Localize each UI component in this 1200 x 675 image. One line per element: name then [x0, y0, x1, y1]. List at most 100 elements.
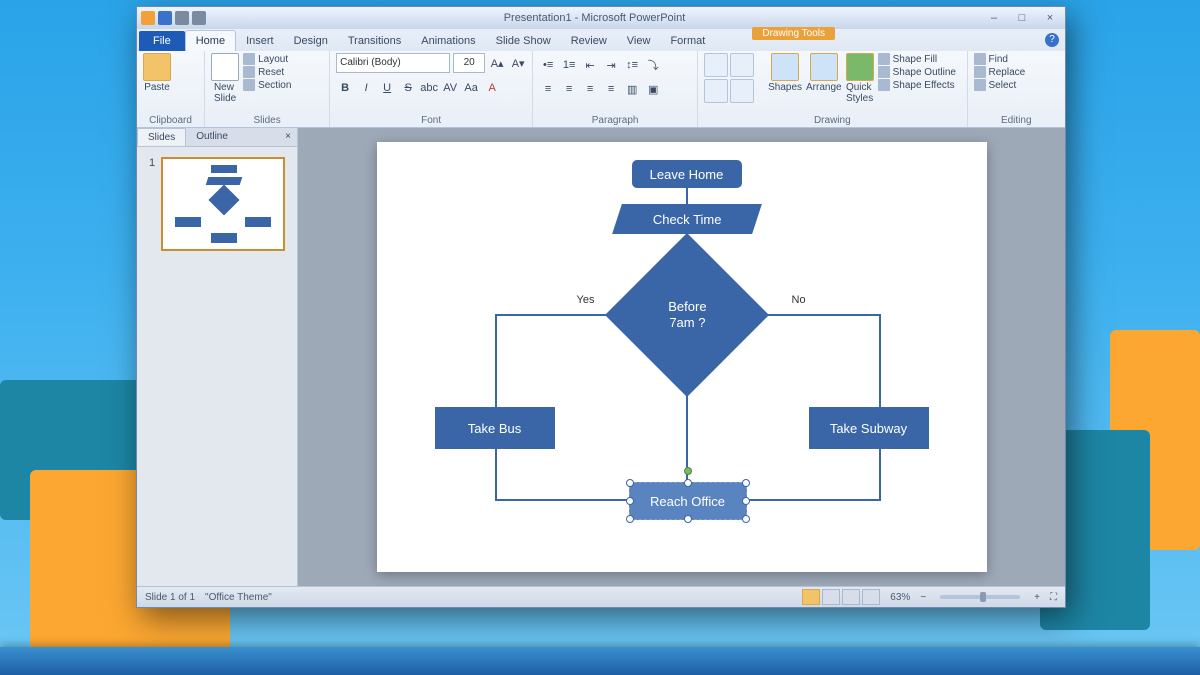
line-spacing-icon[interactable]: ↕≡ [623, 56, 641, 74]
layout-button[interactable]: Layout [243, 53, 291, 65]
align-right-icon[interactable]: ≡ [581, 80, 599, 98]
reset-button[interactable]: Reset [243, 66, 291, 78]
char-spacing-button[interactable]: AV [441, 79, 459, 97]
slides-tab[interactable]: Slides [137, 128, 186, 146]
arrange-button[interactable]: Arrange [806, 53, 842, 93]
shape-gallery-item[interactable] [730, 53, 754, 77]
section-button[interactable]: Section [243, 79, 291, 91]
find-button[interactable]: Find [974, 53, 1026, 65]
redo-icon[interactable] [192, 11, 206, 25]
selection-handle[interactable] [626, 515, 634, 523]
flowchart-data[interactable]: Check Time [612, 204, 762, 234]
slide-sorter-view-button[interactable] [822, 589, 840, 605]
tab-format[interactable]: Format [660, 31, 715, 51]
font-color-button[interactable]: A [483, 79, 501, 97]
tab-file[interactable]: File [139, 31, 185, 51]
smartart-icon[interactable]: ▣ [644, 80, 662, 98]
connector[interactable] [879, 449, 881, 499]
shape-outline-button[interactable]: Shape Outline [878, 66, 956, 78]
rotation-handle[interactable] [684, 467, 692, 475]
bold-button[interactable]: B [336, 79, 354, 97]
align-center-icon[interactable]: ≡ [560, 80, 578, 98]
connector[interactable] [495, 314, 497, 407]
tab-view[interactable]: View [617, 31, 661, 51]
connector[interactable] [495, 449, 497, 499]
windows-taskbar[interactable] [0, 647, 1200, 675]
app-icon[interactable] [141, 11, 155, 25]
minimize-button[interactable]: – [983, 11, 1005, 25]
increase-indent-icon[interactable]: ⇥ [602, 56, 620, 74]
selection-handle[interactable] [742, 497, 750, 505]
tab-home[interactable]: Home [185, 30, 236, 51]
selection-handle[interactable] [684, 515, 692, 523]
change-case-button[interactable]: Aa [462, 79, 480, 97]
title-bar[interactable]: Presentation1 - Microsoft PowerPoint – □… [137, 7, 1065, 29]
shadow-button[interactable]: abc [420, 79, 438, 97]
replace-button[interactable]: Replace [974, 66, 1026, 78]
selection-handle[interactable] [684, 479, 692, 487]
connector[interactable] [879, 314, 881, 407]
zoom-in-button[interactable]: + [1034, 592, 1040, 603]
maximize-button[interactable]: □ [1011, 11, 1033, 25]
tab-review[interactable]: Review [561, 31, 617, 51]
flowchart-process-subway[interactable]: Take Subway [809, 407, 929, 449]
tab-design[interactable]: Design [284, 31, 338, 51]
flowchart-terminator-start[interactable]: Leave Home [632, 160, 742, 188]
slide-thumbnail[interactable]: 1 [149, 157, 285, 251]
normal-view-button[interactable] [802, 589, 820, 605]
increase-font-icon[interactable]: A▴ [488, 54, 506, 72]
connector[interactable] [686, 188, 688, 204]
selection-handle[interactable] [626, 479, 634, 487]
strike-button[interactable]: S [399, 79, 417, 97]
selection-handle[interactable] [626, 497, 634, 505]
flowchart-terminator-end-selected[interactable]: Reach Office [629, 482, 747, 520]
flowchart-process-bus[interactable]: Take Bus [435, 407, 555, 449]
font-family-select[interactable]: Calibri (Body) [336, 53, 450, 73]
shape-gallery-item[interactable] [704, 79, 728, 103]
slide-editor[interactable]: Leave Home Check Time Before 7am ? Yes N… [298, 128, 1065, 586]
bullets-icon[interactable]: •≡ [539, 56, 557, 74]
numbering-icon[interactable]: 1≡ [560, 56, 578, 74]
zoom-level[interactable]: 63% [890, 592, 910, 603]
slideshow-view-button[interactable] [862, 589, 880, 605]
select-button[interactable]: Select [974, 79, 1026, 91]
italic-button[interactable]: I [357, 79, 375, 97]
tab-transitions[interactable]: Transitions [338, 31, 411, 51]
selection-handle[interactable] [742, 479, 750, 487]
shape-gallery-item[interactable] [704, 53, 728, 77]
tab-slideshow[interactable]: Slide Show [486, 31, 561, 51]
flowchart-decision[interactable]: Before 7am ? [604, 233, 768, 397]
shapes-button[interactable]: Shapes [768, 53, 802, 93]
fit-to-window-button[interactable]: ⛶ [1050, 592, 1057, 603]
underline-button[interactable]: U [378, 79, 396, 97]
justify-icon[interactable]: ≡ [602, 80, 620, 98]
tab-animations[interactable]: Animations [411, 31, 485, 51]
columns-icon[interactable]: ▥ [623, 80, 641, 98]
undo-icon[interactable] [175, 11, 189, 25]
tab-insert[interactable]: Insert [236, 31, 284, 51]
align-left-icon[interactable]: ≡ [539, 80, 557, 98]
close-panel-button[interactable]: × [279, 128, 297, 146]
shape-effects-button[interactable]: Shape Effects [878, 79, 956, 91]
decrease-indent-icon[interactable]: ⇤ [581, 56, 599, 74]
shape-fill-button[interactable]: Shape Fill [878, 53, 956, 65]
contextual-tab-drawing-tools[interactable]: Drawing Tools [752, 27, 835, 40]
save-icon[interactable] [158, 11, 172, 25]
outline-tab[interactable]: Outline [186, 128, 238, 146]
zoom-out-button[interactable]: − [920, 592, 926, 603]
text-direction-icon[interactable]: ⤵ [644, 56, 662, 74]
reading-view-button[interactable] [842, 589, 860, 605]
slide-canvas[interactable]: Leave Home Check Time Before 7am ? Yes N… [377, 142, 987, 572]
selection-handle[interactable] [742, 515, 750, 523]
slide-indicator: Slide 1 of 1 [145, 592, 195, 603]
decision-label-yes: Yes [577, 294, 595, 306]
new-slide-button[interactable]: New Slide [211, 53, 239, 104]
decrease-font-icon[interactable]: A▾ [509, 54, 527, 72]
zoom-slider[interactable] [940, 595, 1020, 599]
shape-gallery-item[interactable] [730, 79, 754, 103]
font-size-select[interactable]: 20 [453, 53, 485, 73]
paste-button[interactable]: Paste [143, 53, 171, 93]
quick-styles-button[interactable]: Quick Styles [846, 53, 874, 104]
help-icon[interactable]: ? [1045, 33, 1059, 47]
close-button[interactable]: × [1039, 11, 1061, 25]
